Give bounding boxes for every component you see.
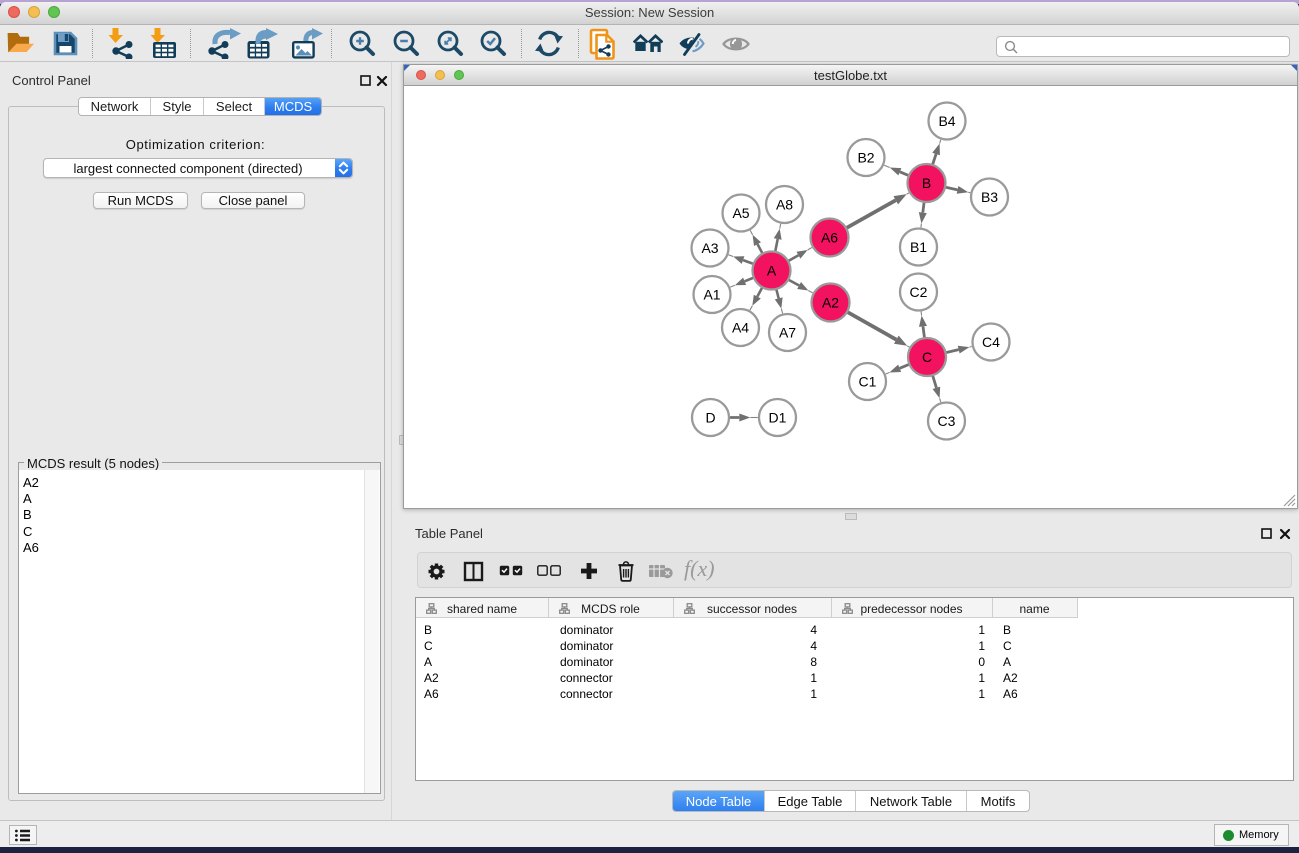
svg-text:A3: A3 (701, 240, 718, 256)
svg-text:A6: A6 (821, 230, 838, 246)
svg-text:A8: A8 (776, 197, 793, 213)
svg-text:D1: D1 (769, 410, 787, 426)
svg-text:B: B (922, 175, 931, 191)
svg-text:A4: A4 (732, 320, 749, 336)
svg-text:C1: C1 (859, 374, 877, 390)
svg-text:D: D (705, 410, 715, 426)
svg-text:B2: B2 (857, 150, 874, 166)
svg-text:B3: B3 (981, 189, 998, 205)
svg-text:A7: A7 (779, 325, 796, 341)
svg-text:C4: C4 (982, 334, 1000, 350)
svg-text:A5: A5 (732, 205, 749, 221)
svg-text:B1: B1 (910, 239, 927, 255)
svg-text:C: C (922, 349, 932, 365)
svg-text:A1: A1 (703, 287, 720, 303)
svg-text:B4: B4 (938, 113, 955, 129)
svg-text:C2: C2 (910, 284, 928, 300)
svg-text:C3: C3 (938, 413, 956, 429)
svg-text:A2: A2 (822, 295, 839, 311)
svg-text:A: A (767, 263, 777, 279)
